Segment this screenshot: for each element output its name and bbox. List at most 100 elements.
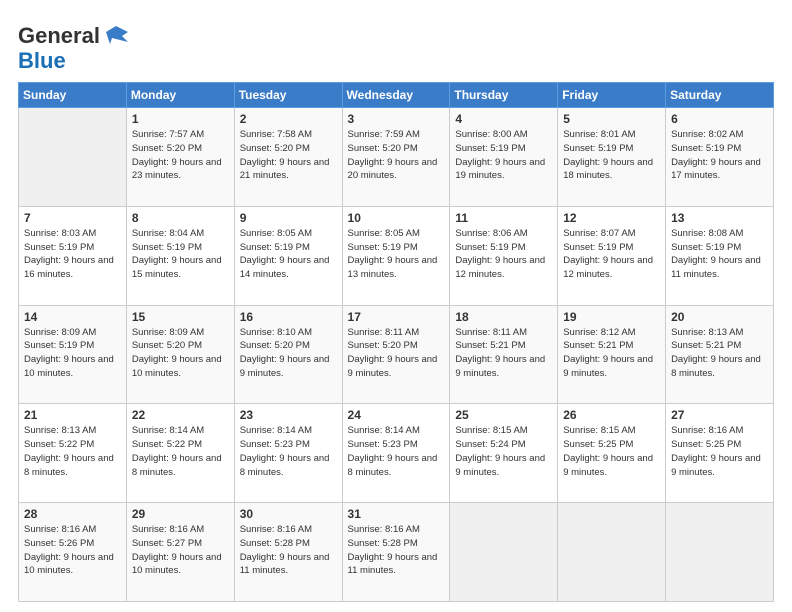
day-number: 4 <box>455 112 552 126</box>
calendar-cell: 2Sunrise: 7:58 AMSunset: 5:20 PMDaylight… <box>234 108 342 207</box>
cell-content: Sunrise: 8:15 AMSunset: 5:24 PMDaylight:… <box>455 424 552 479</box>
cell-content: Sunrise: 8:03 AMSunset: 5:19 PMDaylight:… <box>24 227 121 282</box>
cell-content: Sunrise: 8:14 AMSunset: 5:22 PMDaylight:… <box>132 424 229 479</box>
calendar-cell: 19 Sunrise: 8:12 AMSunset: 5:21 PMDayligh… <box>558 305 666 404</box>
calendar-cell: 29 Sunrise: 8:16 AMSunset: 5:27 PMDayligh… <box>126 503 234 602</box>
logo: General Blue <box>18 22 130 72</box>
calendar-cell: 12 Sunrise: 8:07 AMSunset: 5:19 PMDayligh… <box>558 206 666 305</box>
cell-content: Sunrise: 7:57 AMSunset: 5:20 PMDaylight:… <box>132 128 229 183</box>
calendar-cell: 13 Sunrise: 8:08 AMSunset: 5:19 PMDayligh… <box>666 206 774 305</box>
day-number: 19 <box>563 310 660 324</box>
day-number: 9 <box>240 211 337 225</box>
cell-content: Sunrise: 8:16 AMSunset: 5:26 PMDaylight:… <box>24 523 121 578</box>
cell-content: Sunrise: 8:10 AMSunset: 5:20 PMDaylight:… <box>240 326 337 381</box>
col-header-wednesday: Wednesday <box>342 83 450 108</box>
day-number: 26 <box>563 408 660 422</box>
cell-content: Sunrise: 8:13 AMSunset: 5:21 PMDaylight:… <box>671 326 768 381</box>
day-number: 5 <box>563 112 660 126</box>
cell-content: Sunrise: 7:59 AMSunset: 5:20 PMDaylight:… <box>348 128 445 183</box>
day-number: 31 <box>348 507 445 521</box>
calendar-cell: 24Sunrise: 8:14 AMSunset: 5:23 PMDayligh… <box>342 404 450 503</box>
calendar-cell: 5 Sunrise: 8:01 AMSunset: 5:19 PMDaylight… <box>558 108 666 207</box>
calendar-cell: 15 Sunrise: 8:09 AMSunset: 5:20 PMDayligh… <box>126 305 234 404</box>
calendar-cell: 8 Sunrise: 8:04 AMSunset: 5:19 PMDaylight… <box>126 206 234 305</box>
day-number: 22 <box>132 408 229 422</box>
calendar-cell: 30Sunrise: 8:16 AMSunset: 5:28 PMDayligh… <box>234 503 342 602</box>
cell-content: Sunrise: 8:01 AMSunset: 5:19 PMDaylight:… <box>563 128 660 183</box>
day-number: 18 <box>455 310 552 324</box>
day-number: 7 <box>24 211 121 225</box>
day-number: 16 <box>240 310 337 324</box>
cell-content: Sunrise: 8:16 AMSunset: 5:27 PMDaylight:… <box>132 523 229 578</box>
calendar-cell: 16 Sunrise: 8:10 AMSunset: 5:20 PMDayligh… <box>234 305 342 404</box>
calendar-cell: 27 Sunrise: 8:16 AMSunset: 5:25 PMDayligh… <box>666 404 774 503</box>
day-number: 6 <box>671 112 768 126</box>
day-number: 14 <box>24 310 121 324</box>
cell-content: Sunrise: 8:16 AMSunset: 5:25 PMDaylight:… <box>671 424 768 479</box>
logo-text: General <box>18 25 100 47</box>
calendar-cell <box>666 503 774 602</box>
cell-content: Sunrise: 8:08 AMSunset: 5:19 PMDaylight:… <box>671 227 768 282</box>
calendar-cell: 20 Sunrise: 8:13 AMSunset: 5:21 PMDayligh… <box>666 305 774 404</box>
day-number: 3 <box>348 112 445 126</box>
calendar-cell: 26 Sunrise: 8:15 AMSunset: 5:25 PMDayligh… <box>558 404 666 503</box>
day-number: 2 <box>240 112 337 126</box>
calendar-cell <box>19 108 127 207</box>
col-header-sunday: Sunday <box>19 83 127 108</box>
day-number: 21 <box>24 408 121 422</box>
day-number: 15 <box>132 310 229 324</box>
cell-content: Sunrise: 8:15 AMSunset: 5:25 PMDaylight:… <box>563 424 660 479</box>
week-row-0: 1 Sunrise: 7:57 AMSunset: 5:20 PMDaylight… <box>19 108 774 207</box>
cell-content: Sunrise: 8:02 AMSunset: 5:19 PMDaylight:… <box>671 128 768 183</box>
day-number: 24 <box>348 408 445 422</box>
calendar-cell: 22 Sunrise: 8:14 AMSunset: 5:22 PMDayligh… <box>126 404 234 503</box>
cell-content: Sunrise: 8:05 AMSunset: 5:19 PMDaylight:… <box>240 227 337 282</box>
day-number: 29 <box>132 507 229 521</box>
calendar-cell: 23 Sunrise: 8:14 AMSunset: 5:23 PMDayligh… <box>234 404 342 503</box>
day-number: 10 <box>348 211 445 225</box>
logo-bird-icon <box>102 22 130 50</box>
calendar-cell: 14 Sunrise: 8:09 AMSunset: 5:19 PMDayligh… <box>19 305 127 404</box>
cell-content: Sunrise: 8:05 AMSunset: 5:19 PMDaylight:… <box>348 227 445 282</box>
day-number: 30 <box>240 507 337 521</box>
day-number: 27 <box>671 408 768 422</box>
calendar-cell: 9 Sunrise: 8:05 AMSunset: 5:19 PMDaylight… <box>234 206 342 305</box>
week-row-1: 7 Sunrise: 8:03 AMSunset: 5:19 PMDaylight… <box>19 206 774 305</box>
cell-content: Sunrise: 8:07 AMSunset: 5:19 PMDaylight:… <box>563 227 660 282</box>
day-number: 12 <box>563 211 660 225</box>
col-header-thursday: Thursday <box>450 83 558 108</box>
calendar-cell: 1 Sunrise: 7:57 AMSunset: 5:20 PMDaylight… <box>126 108 234 207</box>
day-number: 17 <box>348 310 445 324</box>
day-number: 1 <box>132 112 229 126</box>
header: General Blue <box>18 18 774 72</box>
cell-content: Sunrise: 8:06 AMSunset: 5:19 PMDaylight:… <box>455 227 552 282</box>
day-number: 28 <box>24 507 121 521</box>
cell-content: Sunrise: 8:14 AMSunset: 5:23 PMDaylight:… <box>240 424 337 479</box>
calendar-cell: 10 Sunrise: 8:05 AMSunset: 5:19 PMDayligh… <box>342 206 450 305</box>
day-number: 11 <box>455 211 552 225</box>
calendar-cell: 11 Sunrise: 8:06 AMSunset: 5:19 PMDayligh… <box>450 206 558 305</box>
week-row-4: 28 Sunrise: 8:16 AMSunset: 5:26 PMDayligh… <box>19 503 774 602</box>
cell-content: Sunrise: 8:04 AMSunset: 5:19 PMDaylight:… <box>132 227 229 282</box>
cell-content: Sunrise: 8:00 AMSunset: 5:19 PMDaylight:… <box>455 128 552 183</box>
col-header-saturday: Saturday <box>666 83 774 108</box>
cell-content: Sunrise: 8:09 AMSunset: 5:20 PMDaylight:… <box>132 326 229 381</box>
col-header-tuesday: Tuesday <box>234 83 342 108</box>
calendar-cell <box>450 503 558 602</box>
cell-content: Sunrise: 8:11 AMSunset: 5:21 PMDaylight:… <box>455 326 552 381</box>
day-number: 23 <box>240 408 337 422</box>
calendar-cell: 21Sunrise: 8:13 AMSunset: 5:22 PMDayligh… <box>19 404 127 503</box>
day-number: 20 <box>671 310 768 324</box>
calendar-cell: 17Sunrise: 8:11 AMSunset: 5:20 PMDayligh… <box>342 305 450 404</box>
calendar-cell: 28 Sunrise: 8:16 AMSunset: 5:26 PMDayligh… <box>19 503 127 602</box>
calendar-cell: 3 Sunrise: 7:59 AMSunset: 5:20 PMDaylight… <box>342 108 450 207</box>
day-number: 13 <box>671 211 768 225</box>
week-row-3: 21Sunrise: 8:13 AMSunset: 5:22 PMDayligh… <box>19 404 774 503</box>
page: General Blue SundayMondayTuesdayWednesda… <box>0 0 792 612</box>
cell-content: Sunrise: 8:09 AMSunset: 5:19 PMDaylight:… <box>24 326 121 381</box>
calendar-cell: 31Sunrise: 8:16 AMSunset: 5:28 PMDayligh… <box>342 503 450 602</box>
cell-content: Sunrise: 8:12 AMSunset: 5:21 PMDaylight:… <box>563 326 660 381</box>
calendar-table: SundayMondayTuesdayWednesdayThursdayFrid… <box>18 82 774 602</box>
col-header-monday: Monday <box>126 83 234 108</box>
day-number: 8 <box>132 211 229 225</box>
